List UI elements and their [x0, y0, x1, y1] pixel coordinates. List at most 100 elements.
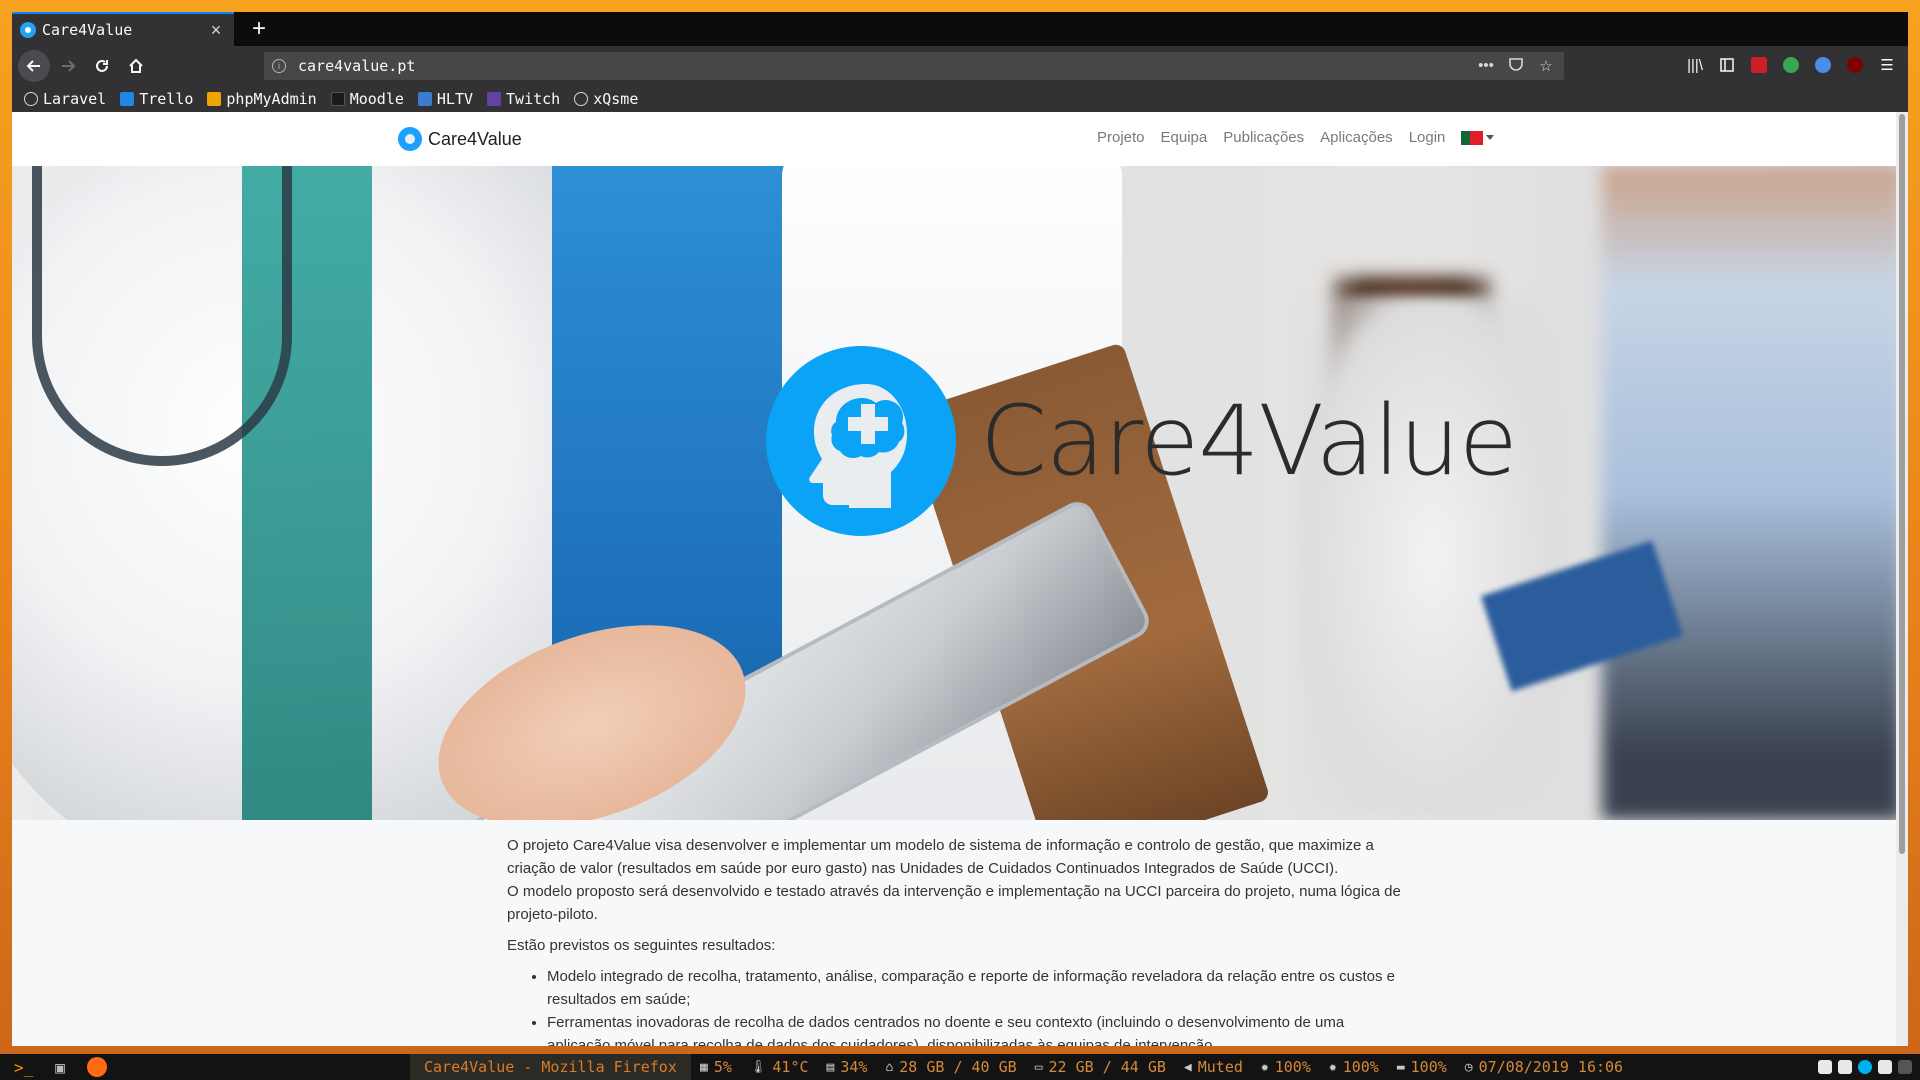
clock-indicator[interactable]: ◷ 07/08/2019 16:06: [1465, 1058, 1623, 1076]
home-icon: ⌂: [885, 1059, 894, 1075]
url-bar[interactable]: i care4value.pt ••• ☆: [264, 52, 1564, 80]
menu-icon[interactable]: ☰: [1874, 50, 1900, 80]
portugal-flag-icon: [1461, 130, 1484, 145]
reload-icon: [96, 60, 108, 72]
trello-icon: [120, 92, 135, 106]
reload-button[interactable]: [86, 50, 118, 82]
bookmark-laravel[interactable]: Laravel: [24, 90, 106, 108]
chevron-down-icon: [1486, 135, 1495, 140]
list-item: Ferramentas inovadoras de recolha de dad…: [547, 1011, 1407, 1046]
brain-head-icon: [766, 346, 956, 536]
url-text[interactable]: care4value.pt: [298, 57, 1476, 75]
scrollbar-thumb[interactable]: [1899, 114, 1905, 854]
arrow-left-icon: [26, 60, 40, 72]
monitor-tray-icon[interactable]: [1838, 1060, 1852, 1074]
cpu-indicator: ▦ 5%: [700, 1058, 732, 1076]
root-disk-indicator: ▭ 22 GB / 44 GB: [1034, 1058, 1166, 1076]
folder-icon: ▭: [1034, 1059, 1043, 1075]
home-disk-indicator: ⌂ 28 GB / 40 GB: [885, 1058, 1017, 1076]
home-icon: [129, 58, 143, 73]
page-viewport: Care4Value Projeto Equipa Publicações Ap…: [12, 112, 1896, 1046]
wifi-tray-icon[interactable]: [1878, 1060, 1892, 1074]
ublock-extension-icon[interactable]: [1842, 50, 1868, 80]
hero-logo: Care4Value: [766, 346, 1518, 536]
nav-link-login[interactable]: Login: [1409, 129, 1446, 146]
thermometer-icon: 🌡: [749, 1059, 767, 1075]
nav-link-publicacoes[interactable]: Publicações: [1223, 129, 1304, 146]
lastpass-extension-icon[interactable]: [1746, 50, 1772, 80]
nav-link-aplicacoes[interactable]: Aplicações: [1320, 129, 1393, 146]
firefox-icon[interactable]: [86, 1057, 107, 1077]
volume-indicator[interactable]: ◀ Muted: [1184, 1058, 1243, 1076]
bookmark-phpmyadmin[interactable]: phpMyAdmin: [207, 90, 317, 108]
hero-banner: Care4Value: [12, 166, 1896, 820]
list-item: Modelo integrado de recolha, tratamento,…: [547, 965, 1407, 1011]
sun-icon: ✹: [1328, 1059, 1337, 1075]
page-actions-icon[interactable]: •••: [1476, 57, 1496, 75]
globe-icon: [574, 92, 589, 106]
bookmark-hltv[interactable]: HLTV: [417, 90, 473, 108]
brand-name: Care4Value: [428, 128, 522, 149]
tab-strip: Care4Value × +: [12, 12, 1908, 46]
speaker-icon: ◀: [1183, 1059, 1192, 1075]
network-tray-icon[interactable]: [1898, 1060, 1912, 1074]
bookmark-twitch[interactable]: Twitch: [487, 90, 560, 108]
close-tab-icon[interactable]: ×: [206, 20, 226, 41]
brightness-indicator: ✹ 100%: [1260, 1058, 1311, 1076]
care4value-logo-icon: [398, 127, 422, 151]
battery-icon: ▬: [1396, 1059, 1405, 1075]
chrome-extension-icon[interactable]: [1778, 50, 1804, 80]
site-navbar: Care4Value Projeto Equipa Publicações Ap…: [12, 112, 1896, 166]
pocket-icon[interactable]: [1506, 57, 1526, 75]
discord-icon[interactable]: ▣: [55, 1058, 65, 1077]
memory-icon: ▤: [826, 1059, 835, 1075]
discord-tray-icon[interactable]: [1818, 1060, 1832, 1074]
back-button[interactable]: [18, 50, 50, 82]
tab-title: Care4Value: [42, 21, 133, 39]
site-info-icon[interactable]: i: [272, 59, 286, 73]
bookmark-star-icon[interactable]: ☆: [1536, 57, 1556, 75]
intro-section: O projeto Care4Value visa desenvolver e …: [507, 834, 1407, 1046]
moodle-icon: [330, 92, 345, 106]
cpu-icon: ▦: [700, 1059, 708, 1075]
account-extension-icon[interactable]: [1810, 50, 1836, 80]
library-icon[interactable]: |||\: [1682, 50, 1708, 80]
phpmyadmin-icon: [207, 92, 222, 106]
globe-icon: [24, 92, 38, 106]
intro-paragraph-1: O projeto Care4Value visa desenvolver e …: [507, 837, 1401, 923]
bookmark-xqsme[interactable]: xQsme: [574, 90, 638, 108]
temperature-indicator: 🌡 41°C: [749, 1058, 809, 1076]
site-favicon-icon: [20, 22, 36, 38]
taskbar-window-title[interactable]: Care4Value - Mozilla Firefox: [410, 1054, 691, 1080]
page-scrollbar[interactable]: [1896, 112, 1908, 1046]
site-brand[interactable]: Care4Value: [398, 127, 522, 151]
nav-link-projeto[interactable]: Projeto: [1097, 129, 1145, 146]
forward-button[interactable]: [52, 50, 84, 82]
bookmarks-toolbar: Laravel Trello phpMyAdmin Moodle HLTV Tw…: [12, 86, 1908, 112]
memory-indicator: ▤ 34%: [826, 1058, 868, 1076]
bookmark-moodle[interactable]: Moodle: [330, 90, 404, 108]
home-button[interactable]: [120, 50, 152, 82]
stethoscope-shape: [32, 166, 292, 466]
brightness-indicator-2: ✹ 100%: [1328, 1058, 1379, 1076]
sidebar-icon[interactable]: [1714, 50, 1740, 80]
hero-title: Care4Value: [980, 385, 1518, 497]
skype-tray-icon[interactable]: [1858, 1060, 1872, 1074]
nav-link-equipa[interactable]: Equipa: [1161, 129, 1208, 146]
bookmark-trello[interactable]: Trello: [120, 90, 193, 108]
results-heading: Estão previstos os seguintes resultados:: [507, 937, 776, 954]
sun-icon: ✹: [1260, 1059, 1269, 1075]
battery-indicator: ▬ 100%: [1396, 1058, 1447, 1076]
desktop-taskbar: >_ ▣ Care4Value - Mozilla Firefox ▦ 5% 🌡 4…: [0, 1054, 1920, 1080]
hltv-icon: [417, 92, 432, 106]
arrow-right-icon: [62, 60, 76, 72]
new-tab-button[interactable]: +: [244, 14, 274, 44]
language-selector[interactable]: [1461, 129, 1495, 146]
results-list: Modelo integrado de recolha, tratamento,…: [547, 965, 1407, 1046]
twitch-icon: [487, 92, 502, 106]
clock-icon: ◷: [1464, 1059, 1473, 1075]
navigation-toolbar: i care4value.pt ••• ☆ |||\ ☰: [12, 46, 1908, 86]
firefox-window: Care4Value × + i care4value.pt ••• ☆ |||…: [12, 12, 1908, 1046]
tab-care4value[interactable]: Care4Value ×: [12, 12, 234, 46]
terminal-icon[interactable]: >_: [14, 1058, 33, 1077]
